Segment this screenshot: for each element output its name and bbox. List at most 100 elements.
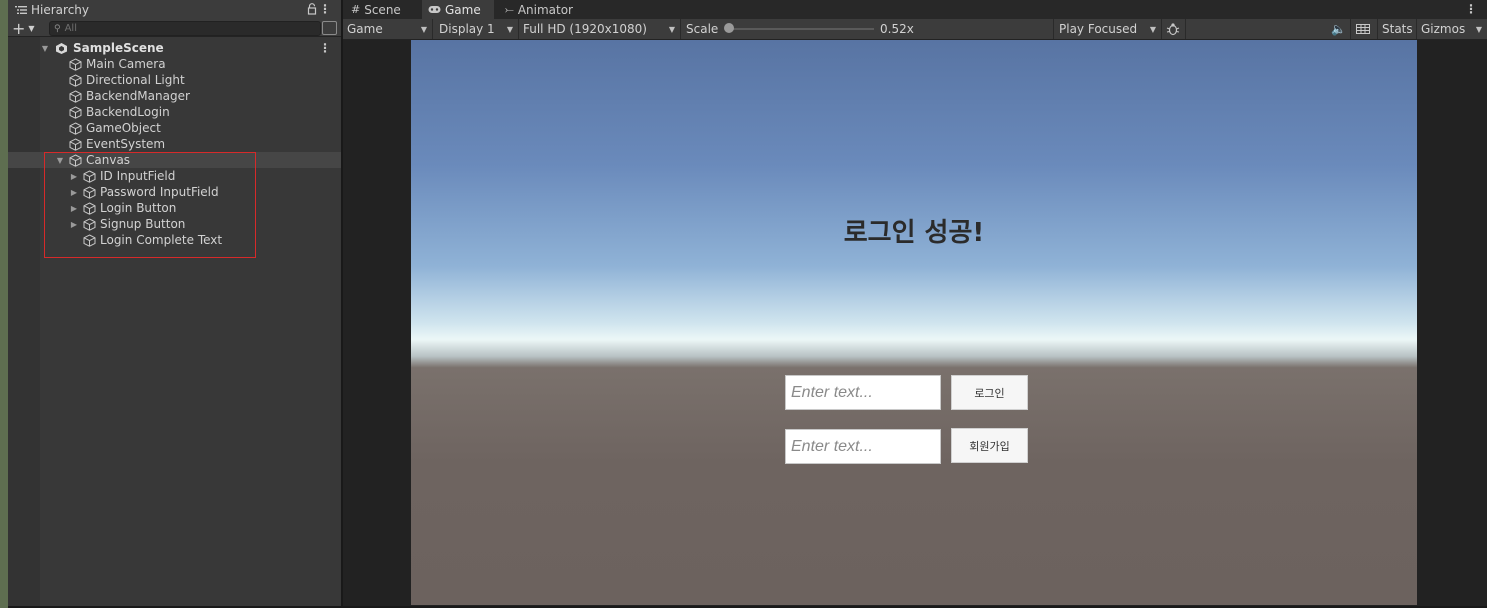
password-input-field[interactable]: Enter text...: [785, 429, 941, 464]
list-item[interactable]: ▶ Login Button: [8, 200, 341, 216]
scale-label: Scale: [686, 22, 719, 36]
scene-row[interactable]: ▼ SampleScene ⋮: [8, 40, 341, 56]
scale-slider-handle[interactable]: [724, 23, 734, 33]
tab-game-label: Game: [445, 2, 481, 17]
play-mode-label: Play Focused: [1059, 22, 1138, 36]
add-object-button[interactable]: + ▼: [12, 19, 42, 38]
tab-game[interactable]: Game: [422, 0, 494, 19]
hierarchy-tree: ▼ SampleScene ⋮ Main Camera Directional …: [8, 40, 341, 248]
collapse-arrow-icon[interactable]: ▶: [69, 220, 79, 229]
signup-button-label: 회원가입: [969, 439, 1010, 453]
keyboard-icon: [1356, 24, 1370, 34]
list-item[interactable]: BackendLogin: [8, 104, 341, 120]
login-complete-text: 로그인 성공!: [843, 218, 985, 248]
game-render[interactable]: 로그인 성공! Enter text... 로그인 Enter text... …: [411, 40, 1417, 605]
list-item[interactable]: Login Complete Text: [8, 232, 341, 248]
list-item-label: GameObject: [86, 121, 161, 135]
gameobject-cube-icon: [69, 105, 82, 119]
expand-arrow-icon[interactable]: ▼: [40, 44, 50, 53]
game-panel: # Scene Game ⤚ Animator ⋮ Game ▼ Display…: [343, 0, 1487, 606]
gizmos-dropdown[interactable]: Gizmos ▼: [1417, 19, 1487, 39]
list-item-label: BackendManager: [86, 89, 190, 103]
list-item-label: Main Camera: [86, 57, 166, 71]
scale-value: 0.52x: [880, 22, 914, 36]
list-item-label: Login Button: [100, 201, 177, 215]
caret-down-icon: ▼: [420, 24, 427, 34]
search-placeholder: All: [64, 23, 77, 34]
gameobject-cube-icon: [69, 73, 82, 87]
mute-audio-button[interactable]: 🔈: [1327, 19, 1351, 39]
stats-label: Stats: [1382, 22, 1413, 36]
gameobject-cube-icon: [69, 57, 82, 71]
hierarchy-search-input[interactable]: ⚲ All: [49, 21, 321, 36]
list-item-label: Login Complete Text: [100, 233, 223, 247]
list-item[interactable]: EventSystem: [8, 136, 341, 152]
list-item[interactable]: Main Camera: [8, 56, 341, 72]
caret-down-icon: ▼: [1149, 24, 1156, 34]
window-edge: [0, 0, 8, 608]
search-icon: ⚲: [54, 23, 61, 34]
expand-arrow-icon[interactable]: ▼: [55, 156, 65, 165]
display-dropdown[interactable]: Display 1 ▼: [435, 19, 519, 39]
stats-button[interactable]: Stats: [1378, 19, 1417, 39]
scene-name: SampleScene: [73, 41, 164, 55]
collapse-arrow-icon[interactable]: ▶: [69, 204, 79, 213]
list-item-canvas[interactable]: ▼ Canvas: [8, 152, 341, 168]
signup-button[interactable]: 회원가입: [951, 428, 1028, 463]
scale-slider-track[interactable]: [728, 28, 874, 30]
gameobject-cube-icon: [83, 201, 96, 215]
list-item-label: Signup Button: [100, 217, 186, 231]
bug-button[interactable]: [1162, 19, 1186, 39]
collapse-arrow-icon[interactable]: ▶: [69, 188, 79, 197]
tab-hierarchy[interactable]: Hierarchy ⋮: [8, 0, 341, 19]
gameobject-cube-icon: [83, 185, 96, 199]
collapse-arrow-icon[interactable]: ▶: [69, 172, 79, 181]
gamepad-icon: [428, 6, 441, 13]
id-input-field[interactable]: Enter text...: [785, 375, 941, 410]
scale-control: Scale 0.52x: [682, 19, 1054, 39]
scene-search-button[interactable]: [322, 21, 337, 35]
list-item[interactable]: ▶ ID InputField: [8, 168, 341, 184]
list-item-label: Canvas: [86, 153, 131, 167]
shortcuts-button[interactable]: [1352, 19, 1378, 39]
resolution-dropdown[interactable]: Full HD (1920x1080) ▼: [519, 19, 681, 39]
lock-icon[interactable]: [307, 3, 317, 15]
hierarchy-menu-icon[interactable]: ⋮: [319, 2, 331, 16]
view-mode-dropdown[interactable]: Game ▼: [343, 19, 433, 39]
game-toolbar: Game ▼ Display 1 ▼ Full HD (1920x1080) ▼…: [343, 19, 1487, 40]
hierarchy-panel: Hierarchy ⋮ + ▼ ⚲ All ▼ SampleScene ⋮ Ma…: [8, 0, 341, 606]
login-button-label: 로그인: [974, 386, 1005, 400]
tab-animator-label: Animator: [517, 2, 573, 17]
animator-icon: ⤚: [505, 2, 514, 16]
list-item-label: Password InputField: [100, 185, 219, 199]
game-viewport: 로그인 성공! Enter text... 로그인 Enter text... …: [343, 40, 1487, 606]
tab-animator[interactable]: ⤚ Animator: [499, 0, 579, 19]
caret-down-icon: ▼: [668, 24, 675, 34]
gameobject-cube-icon: [83, 217, 96, 231]
hierarchy-tab-bar: Hierarchy ⋮: [8, 0, 341, 19]
gameobject-cube-icon: [69, 153, 82, 167]
list-item[interactable]: BackendManager: [8, 88, 341, 104]
unity-scene-icon: [56, 42, 67, 54]
list-item-label: ID InputField: [100, 169, 176, 183]
gameobject-cube-icon: [83, 169, 96, 183]
list-item[interactable]: Directional Light: [8, 72, 341, 88]
list-item[interactable]: ▶ Signup Button: [8, 216, 341, 232]
game-menu-icon[interactable]: ⋮: [1465, 2, 1477, 16]
play-mode-dropdown[interactable]: Play Focused ▼: [1055, 19, 1162, 39]
list-item[interactable]: GameObject: [8, 120, 341, 136]
id-input-placeholder: Enter text...: [791, 383, 873, 401]
view-tab-bar: # Scene Game ⤚ Animator ⋮: [343, 0, 1487, 19]
list-item[interactable]: ▶ Password InputField: [8, 184, 341, 200]
tab-scene[interactable]: # Scene: [345, 0, 407, 19]
display-label: Display 1: [439, 22, 495, 36]
login-button[interactable]: 로그인: [951, 375, 1028, 410]
password-input-placeholder: Enter text...: [791, 437, 873, 455]
view-mode-label: Game: [347, 22, 383, 36]
grid-icon: #: [351, 3, 361, 16]
gameobject-cube-icon: [69, 89, 82, 103]
list-item-label: EventSystem: [86, 137, 166, 151]
bug-icon: [1166, 23, 1180, 36]
scene-menu-icon[interactable]: ⋮: [319, 41, 331, 55]
caret-down-icon: ▼: [28, 23, 35, 33]
